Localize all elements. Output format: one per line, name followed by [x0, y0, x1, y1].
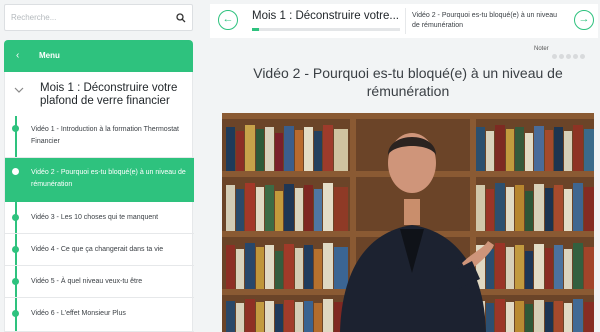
video-title: Vidéo 2 - Pourquoi es-tu bloqué(e) à un …	[253, 65, 563, 99]
module-progress-fill	[252, 28, 260, 31]
lesson-dot-icon	[12, 246, 19, 253]
lesson-item[interactable]: Vidéo 3 - Les 10 choses qui te manquent	[5, 202, 194, 234]
lesson-label: Vidéo 3 - Les 10 choses qui te manquent	[31, 214, 159, 221]
rating-stars[interactable]	[552, 46, 587, 64]
star-icon[interactable]	[552, 54, 557, 59]
arrow-right-icon: →	[578, 13, 590, 25]
lesson-item[interactable]: Vidéo 6 - L'effet Monsieur Plus	[5, 298, 194, 332]
star-icon[interactable]	[573, 54, 578, 59]
module-header[interactable]: Mois 1 : Déconstruire votre plafond de v…	[4, 72, 193, 116]
menu-header[interactable]: ‹ Menu	[4, 40, 193, 72]
search-icon[interactable]	[176, 13, 186, 23]
search-box[interactable]: Recherche...	[4, 4, 193, 31]
current-module-title: Mois 1 : Déconstruire votre...	[252, 10, 399, 22]
module-progress-bar	[252, 28, 400, 31]
chevron-down-icon[interactable]	[13, 84, 25, 96]
lesson-item-active[interactable]: Vidéo 2 - Pourquoi es-tu bloqué(e) à un …	[5, 158, 194, 202]
lesson-item[interactable]: Vidéo 1 - Introduction à la formation Th…	[5, 116, 194, 158]
back-chevron-icon[interactable]: ‹	[16, 50, 19, 61]
lesson-topbar: ← Mois 1 : Déconstruire votre... Vidéo 2…	[210, 4, 598, 38]
sidebar: Recherche... ‹ Menu Mois 1 : Déconstruir…	[0, 0, 200, 332]
lesson-dot-icon	[12, 214, 19, 221]
search-input[interactable]: Recherche...	[11, 13, 56, 22]
lesson-label: Vidéo 2 - Pourquoi es-tu bloqué(e) à un …	[31, 169, 186, 188]
arrow-left-icon: ←	[222, 13, 234, 25]
next-lesson-title: Vidéo 2 - Pourquoi es-tu bloqué(e) à un …	[412, 12, 558, 29]
prev-lesson-button[interactable]: ←	[218, 10, 238, 30]
lesson-list: Vidéo 1 - Introduction à la formation Th…	[4, 116, 194, 332]
divider	[405, 8, 406, 34]
lesson-dot-icon	[12, 168, 19, 175]
star-icon[interactable]	[566, 54, 571, 59]
lesson-label: Vidéo 1 - Introduction à la formation Th…	[31, 126, 179, 145]
menu-title: Menu	[39, 51, 60, 60]
next-lesson-button[interactable]: →	[574, 10, 594, 30]
lesson-label: Vidéo 4 - Ce que ça changerait dans ta v…	[31, 246, 164, 253]
lesson-label: Vidéo 5 - À quel niveau veux-tu être	[31, 278, 143, 285]
video-frame-image	[222, 113, 594, 332]
module-title: Mois 1 : Déconstruire votre plafond de v…	[40, 82, 178, 107]
rating-label: Noter	[534, 46, 549, 52]
lesson-label: Vidéo 6 - L'effet Monsieur Plus	[31, 310, 126, 317]
lesson-dot-icon	[12, 125, 19, 132]
lesson-dot-icon	[12, 278, 19, 285]
star-icon[interactable]	[559, 54, 564, 59]
star-icon[interactable]	[580, 54, 585, 59]
lesson-item[interactable]: Vidéo 5 - À quel niveau veux-tu être	[5, 266, 194, 298]
video-player[interactable]	[222, 113, 594, 332]
lesson-item[interactable]: Vidéo 4 - Ce que ça changerait dans ta v…	[5, 234, 194, 266]
lesson-dot-icon	[12, 310, 19, 317]
